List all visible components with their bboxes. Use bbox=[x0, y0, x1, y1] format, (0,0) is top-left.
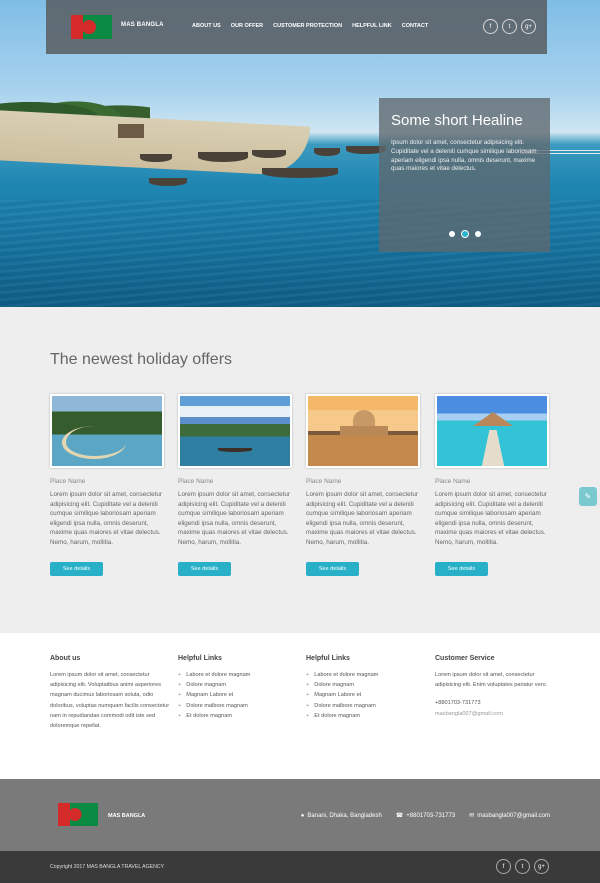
see-details-button[interactable]: See details bbox=[306, 562, 359, 576]
envelope-icon: ✉ bbox=[469, 813, 475, 819]
offer-image[interactable] bbox=[435, 394, 549, 468]
customer-service-column: Customer Service Lorem ipsum dolor sit a… bbox=[435, 655, 555, 719]
helpful-links-column: Helpful Links Labore et dolore magnam Do… bbox=[178, 655, 298, 721]
hero-beach bbox=[0, 109, 310, 177]
nav-helpful-link[interactable]: HELPFUL LINK bbox=[352, 23, 392, 29]
helpful-link[interactable]: Dolore magnam bbox=[178, 680, 298, 690]
nav-contact[interactable]: CONTACT bbox=[402, 23, 428, 29]
helpful-link[interactable]: Dolore malbore magnam bbox=[178, 701, 298, 711]
offer-place: Place Name bbox=[306, 478, 342, 485]
hero-boat bbox=[149, 178, 187, 186]
helpful-link[interactable]: Et dolore magnam bbox=[306, 711, 426, 721]
phone-text[interactable]: +8801703-731773 bbox=[406, 813, 455, 819]
helpful-links-title: Helpful Links bbox=[178, 655, 222, 662]
slider-dot[interactable] bbox=[448, 231, 455, 237]
helpful-link[interactable]: Dolore malbore magnam bbox=[306, 701, 426, 711]
helpful-links-title: Helpful Links bbox=[306, 655, 350, 662]
customer-service-text: Lorem ipsum dolor sit amet, consectetur … bbox=[435, 672, 548, 689]
helpful-link[interactable]: Et dolore magnam bbox=[178, 711, 298, 721]
offer-place: Place Name bbox=[178, 478, 214, 485]
email: ✉ masbangla007@gmail.com bbox=[469, 812, 550, 820]
footer-links: About us Lorem ipsum dolor sit amet, con… bbox=[0, 633, 600, 779]
offer-text: Lorem ipsum dolor sit amet, consectetur … bbox=[50, 491, 162, 546]
hero-caption: Some short Healine Ipsum dolor sit amet,… bbox=[379, 98, 550, 252]
about-title: About us bbox=[50, 655, 81, 662]
footer-social: f t g+ bbox=[496, 859, 549, 874]
about-text: Lorem ipsum dolor sit amet, consectetur … bbox=[50, 672, 170, 730]
hero-hut bbox=[118, 124, 144, 138]
service-email[interactable]: masbangla007@gmail.com bbox=[435, 709, 555, 719]
hero-text: Ipsum dolor sit amet, consectetur adipis… bbox=[391, 139, 537, 173]
map-pin-icon: ● bbox=[300, 812, 305, 819]
copyright: Copyright 2017 MAS BANGLA TRAVEL AGENCY bbox=[50, 864, 165, 870]
nav-about-us[interactable]: ABOUT US bbox=[192, 23, 221, 29]
offer-place: Place Name bbox=[435, 478, 471, 485]
nav-menu: ABOUT US OUR OFFER CUSTOMER PROTECTION H… bbox=[192, 23, 428, 29]
phone: ☎ +8801703-731773 bbox=[395, 812, 455, 820]
footer-brand-name: MAS BANGLA bbox=[108, 813, 146, 819]
hero-boat bbox=[314, 148, 340, 156]
email-text[interactable]: masbangla007@gmail.com bbox=[477, 813, 550, 819]
hero-boat bbox=[262, 168, 338, 178]
hero-boat bbox=[198, 152, 248, 162]
see-details-button[interactable]: See details bbox=[435, 562, 488, 576]
contact-info: ● Banani, Dhaka, Bangladesh ☎ +8801703-7… bbox=[301, 812, 550, 820]
google-plus-icon[interactable]: g+ bbox=[521, 19, 536, 34]
offer-text: Lorem ipsum dolor sit amet, consectetur … bbox=[178, 491, 290, 546]
helpful-link[interactable]: Dolore magnam bbox=[306, 680, 426, 690]
address: ● Banani, Dhaka, Bangladesh bbox=[301, 812, 382, 819]
brand-name[interactable]: MAS BANGLA bbox=[121, 22, 164, 28]
facebook-icon[interactable]: f bbox=[496, 859, 511, 874]
customer-service-title: Customer Service bbox=[435, 655, 495, 662]
twitter-icon[interactable]: t bbox=[515, 859, 530, 874]
see-details-button[interactable]: See details bbox=[178, 562, 231, 576]
google-plus-icon[interactable]: g+ bbox=[534, 859, 549, 874]
hero-boat bbox=[252, 150, 286, 158]
address-text: Banani, Dhaka, Bangladesh bbox=[307, 812, 382, 819]
service-phone: +8801703-731773 bbox=[435, 700, 481, 707]
offer-image[interactable] bbox=[306, 394, 420, 468]
helpful-link[interactable]: Labore et dolore magnam bbox=[306, 670, 426, 680]
offer-image[interactable] bbox=[178, 394, 292, 468]
offer-text: Lorem ipsum dolor sit amet, consectetur … bbox=[435, 491, 547, 546]
bottom-bar: Copyright 2017 MAS BANGLA TRAVEL AGENCY … bbox=[0, 851, 600, 883]
helpful-link[interactable]: Magnam Labore et bbox=[178, 690, 298, 700]
slider-dots bbox=[379, 231, 550, 237]
offer-image[interactable] bbox=[50, 394, 164, 468]
hero-headline: Some short Healine bbox=[391, 112, 523, 129]
offer-card: Place Name Lorem ipsum dolor sit amet, c… bbox=[306, 394, 420, 576]
slider-dot-active[interactable] bbox=[461, 231, 468, 237]
contact-bar: MAS BANGLA ● Banani, Dhaka, Bangladesh ☎… bbox=[0, 779, 600, 851]
helpful-link[interactable]: Labore et dolore magnam bbox=[178, 670, 298, 680]
bangladesh-flag-logo[interactable] bbox=[58, 803, 98, 826]
offers-title: The newest holiday offers bbox=[50, 351, 233, 368]
phone-icon: ☎ bbox=[395, 813, 404, 819]
offers-section: The newest holiday offers Place Name Lor… bbox=[0, 307, 600, 633]
offer-place: Place Name bbox=[50, 478, 86, 485]
twitter-icon[interactable]: t bbox=[502, 19, 517, 34]
offer-card: Place Name Lorem ipsum dolor sit amet, c… bbox=[435, 394, 549, 576]
slider-dot[interactable] bbox=[474, 231, 481, 237]
nav-our-offer[interactable]: OUR OFFER bbox=[231, 23, 263, 29]
bangladesh-flag-logo[interactable] bbox=[71, 15, 112, 39]
offer-card: Place Name Lorem ipsum dolor sit amet, c… bbox=[178, 394, 292, 576]
side-chat-icon[interactable]: ✎ bbox=[579, 487, 597, 506]
navbar: MAS BANGLA ABOUT US OUR OFFER CUSTOMER P… bbox=[46, 0, 547, 54]
helpful-links-column-2: Helpful Links Labore et dolore magnam Do… bbox=[306, 655, 426, 721]
see-details-button[interactable]: See details bbox=[50, 562, 103, 576]
helpful-link[interactable]: Magnam Labore et bbox=[306, 690, 426, 700]
nav-social: f t g+ bbox=[483, 19, 536, 34]
nav-customer-protection[interactable]: CUSTOMER PROTECTION bbox=[273, 23, 342, 29]
hero-boat bbox=[140, 154, 172, 162]
offer-text: Lorem ipsum dolor sit amet, consectetur … bbox=[306, 491, 418, 546]
about-column: About us Lorem ipsum dolor sit amet, con… bbox=[50, 655, 170, 731]
facebook-icon[interactable]: f bbox=[483, 19, 498, 34]
offer-card: Place Name Lorem ipsum dolor sit amet, c… bbox=[50, 394, 164, 576]
